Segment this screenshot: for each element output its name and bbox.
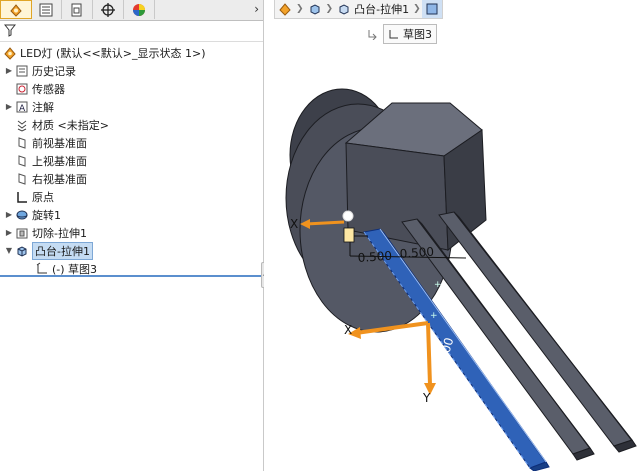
part-name: LED灯 (默认<<默认>_显示状态 1>) (20, 46, 206, 60)
origin-icon (14, 190, 30, 204)
property-manager-icon (39, 3, 53, 16)
tree-item-material[interactable]: 材质 <未指定> (0, 116, 263, 133)
cut-extrude-icon (14, 226, 30, 240)
chevron-right-icon[interactable]: › (254, 2, 259, 16)
boss-extrude-icon (14, 244, 30, 258)
plane-icon (14, 136, 30, 150)
dimension-value[interactable]: 0.500 (357, 249, 392, 265)
collapse-arrow-icon[interactable]: ▼ (4, 246, 14, 255)
model-view[interactable]: X X Y 0.500 0.500 0.500 + + (264, 0, 643, 471)
chevron-right-icon: ❯ (296, 4, 304, 14)
manager-tab-bar: › (0, 0, 263, 21)
tree-item-label: 右视基准面 (32, 172, 87, 186)
feature-manager-panel: › LED灯 (默认<<默认>_显示状态 1>) ▶ 历史记录 传感器 ▶ A … (0, 0, 264, 471)
triad-y-arrow[interactable] (426, 322, 432, 386)
part-icon (279, 3, 291, 16)
breadcrumb-face[interactable] (421, 0, 442, 18)
selected-extrude-face[interactable] (363, 228, 547, 469)
filter-icon[interactable] (4, 24, 16, 37)
plane-icon (14, 154, 30, 168)
dimxpert-icon (101, 2, 115, 17)
expand-arrow-icon[interactable]: ▶ (4, 228, 14, 237)
tree-item-label: 凸台-拉伸1 (32, 241, 93, 260)
chevron-right-icon: ❯ (413, 4, 421, 14)
configuration-manager-icon (71, 3, 82, 16)
tree-item-cut-extrude1[interactable]: ▶ 切除-拉伸1 (0, 224, 263, 241)
tab-feature-manager[interactable] (0, 0, 32, 19)
tree-item-history[interactable]: ▶ 历史记录 (0, 62, 263, 79)
breadcrumb-feature[interactable]: 凸台-拉伸1 (334, 0, 412, 18)
panel-divider[interactable] (0, 275, 263, 277)
lead-pin[interactable] (438, 211, 633, 447)
tree-item-label: 注解 (32, 100, 54, 114)
dimension-value[interactable]: 0.500 (399, 245, 434, 261)
history-icon (14, 64, 30, 78)
sketch-arrow-icon (368, 30, 377, 40)
filter-bar[interactable] (0, 21, 263, 42)
breadcrumb-feature-label: 凸台-拉伸1 (354, 3, 410, 16)
tree-item-label: 切除-拉伸1 (32, 226, 87, 240)
expand-arrow-icon[interactable]: ▶ (4, 210, 14, 219)
tree-item-label: 历史记录 (32, 64, 76, 78)
tab-configuration-manager[interactable] (62, 0, 93, 19)
axis-label-x: X (290, 217, 298, 231)
tree-item-sensors[interactable]: 传感器 (0, 80, 263, 97)
tree-item-revolve1[interactable]: ▶ 旋转1 (0, 206, 263, 223)
tree-item-label: 前视基准面 (32, 136, 87, 150)
breadcrumb-part[interactable] (275, 0, 295, 18)
face-icon (426, 3, 438, 15)
tab-display-manager[interactable] (124, 0, 155, 19)
breadcrumb-body[interactable] (305, 0, 325, 18)
tree-item-origin[interactable]: 原点 (0, 188, 263, 205)
tab-dimxpert[interactable] (93, 0, 124, 19)
part-icon (2, 46, 18, 60)
sketch-icon (34, 262, 50, 276)
sketch-icon (389, 30, 398, 39)
tree-item-label: 旋转1 (32, 208, 61, 222)
dimension-marker[interactable] (343, 227, 355, 243)
sensor-icon (14, 82, 30, 96)
material-icon (14, 118, 30, 132)
svg-text:+: + (434, 280, 442, 290)
feature-manager-icon (10, 3, 22, 17)
body-icon (310, 4, 320, 15)
graphics-area[interactable]: X X Y 0.500 0.500 0.500 + + ❯ ❯ 凸台-拉伸1 ❯ (264, 0, 643, 471)
breadcrumb: ❯ ❯ 凸台-拉伸1 ❯ (274, 0, 443, 19)
tree-item-label: 材质 <未指定> (32, 118, 109, 132)
triad-label-y: Y (422, 391, 431, 405)
tree-item-label: 上视基准面 (32, 154, 87, 168)
revolve-icon (14, 208, 30, 222)
triad-label-x: X (344, 323, 352, 337)
tree-item-annotations[interactable]: ▶ A 注解 (0, 98, 263, 115)
tree-item-front-plane[interactable]: 前视基准面 (0, 134, 263, 151)
tree-item-right-plane[interactable]: 右视基准面 (0, 170, 263, 187)
tree-root-part[interactable]: LED灯 (默认<<默认>_显示状态 1>) (0, 44, 263, 61)
breadcrumb-sketch[interactable]: 草图3 (367, 24, 437, 44)
feature-icon (339, 4, 349, 15)
tree-item-boss-extrude1[interactable]: ▼ 凸台-拉伸1 (0, 241, 263, 260)
expand-arrow-icon[interactable]: ▶ (4, 102, 14, 111)
svg-text:A: A (19, 104, 26, 114)
plane-icon (14, 172, 30, 186)
tree-item-label: 原点 (32, 190, 54, 204)
chevron-right-icon: ❯ (325, 4, 334, 14)
sketch-label: 草图3 (403, 28, 432, 41)
display-manager-icon (133, 3, 145, 16)
svg-text:+: + (430, 311, 438, 321)
tree-item-label: 传感器 (32, 82, 65, 96)
expand-arrow-icon[interactable]: ▶ (4, 66, 14, 75)
tree-item-top-plane[interactable]: 上视基准面 (0, 152, 263, 169)
tab-property-manager[interactable] (31, 0, 62, 19)
annotation-icon: A (14, 100, 30, 114)
